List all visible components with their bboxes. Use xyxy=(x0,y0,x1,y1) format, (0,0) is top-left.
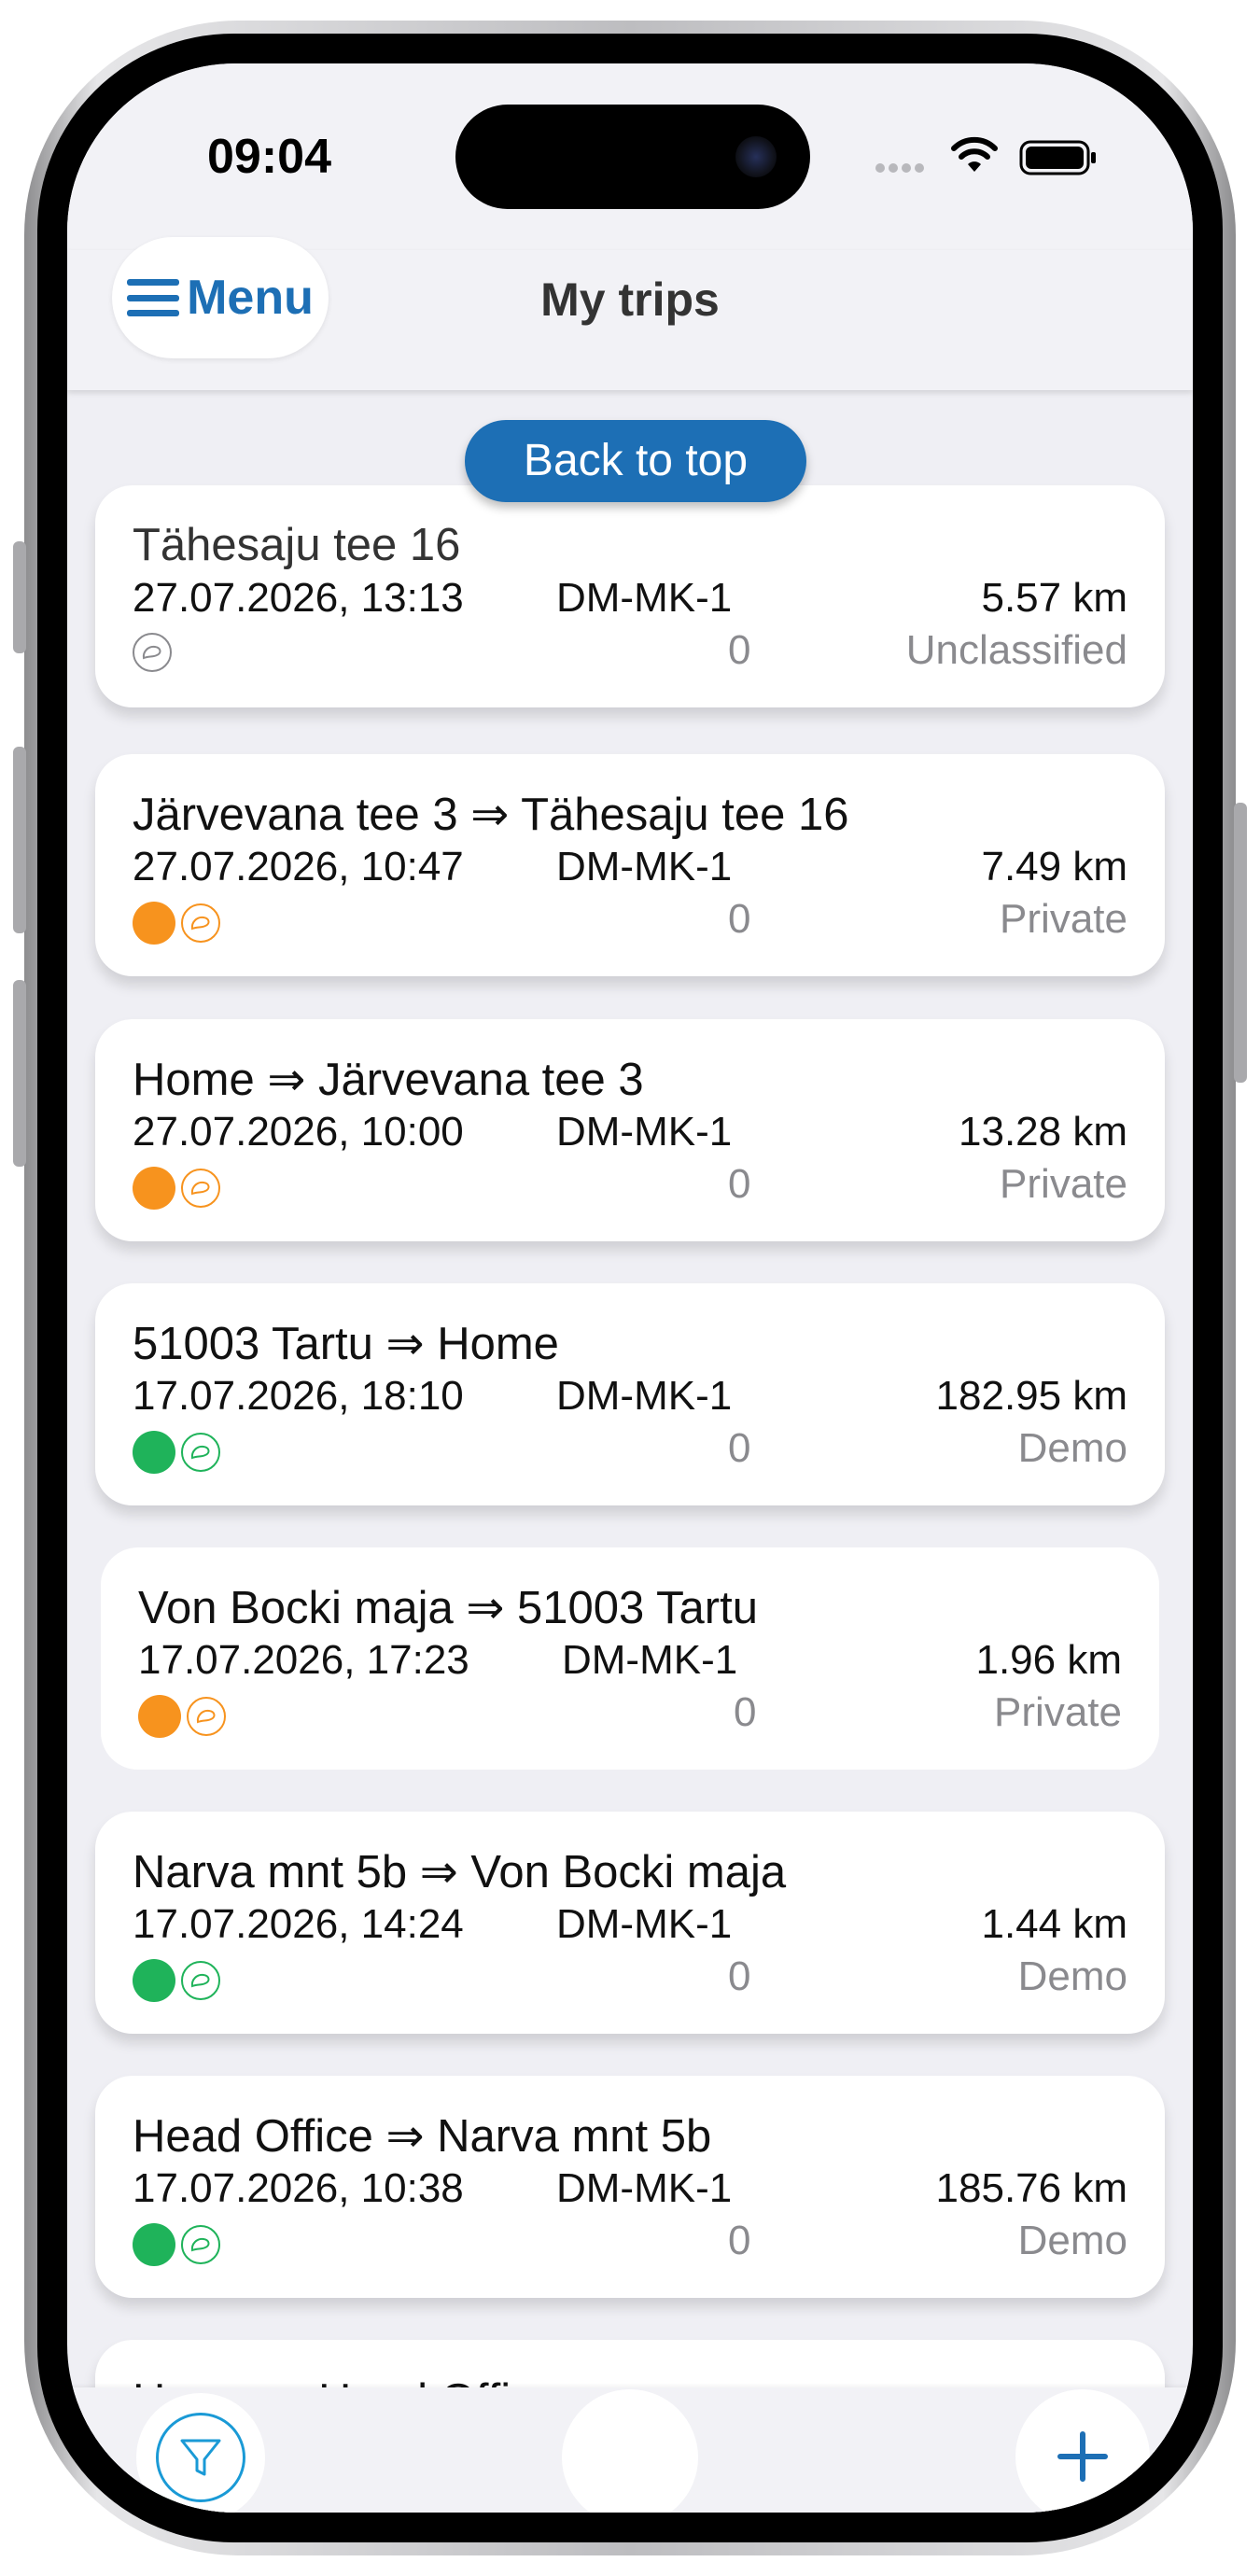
trip-title: Tähesaju tee 16 xyxy=(133,520,461,570)
status-dot-icon xyxy=(133,1431,175,1474)
trip-distance: 5.57 km xyxy=(981,575,1127,621)
status-dot-icon xyxy=(133,902,175,945)
trip-date: 27.07.2026, 10:47 xyxy=(133,844,464,889)
trip-count: 0 xyxy=(734,1689,757,1735)
route-icon xyxy=(181,2225,220,2264)
trip-title: Järvevana tee 3 ⇒ Tähesaju tee 16 xyxy=(133,790,849,840)
trip-vehicle: DM-MK-1 xyxy=(562,1637,738,1683)
wifi-icon xyxy=(951,136,998,172)
trip-classification: Demo xyxy=(1017,1953,1127,1999)
trip-classification: Demo xyxy=(1017,1425,1127,1471)
trip-distance: 1.96 km xyxy=(975,1637,1122,1683)
trip-vehicle: DM-MK-1 xyxy=(556,1373,733,1419)
trip-card[interactable]: Head Office ⇒ Narva mnt 5b 17.07.2026, 1… xyxy=(95,2076,1165,2298)
back-to-top-button[interactable]: Back to top xyxy=(465,420,806,502)
trip-vehicle: DM-MK-1 xyxy=(556,575,733,621)
status-dot-icon xyxy=(133,2223,175,2266)
trip-card[interactable]: Home ⇒ Järvevana tee 3 27.07.2026, 10:00… xyxy=(95,1019,1165,1241)
trip-count: 0 xyxy=(728,627,751,673)
trip-distance: 185.76 km xyxy=(935,2165,1127,2211)
status-dot-icon xyxy=(133,1167,175,1210)
trip-date: 27.07.2026, 10:00 xyxy=(133,1109,464,1155)
trip-classification: Private xyxy=(1000,1161,1127,1207)
trip-vehicle: DM-MK-1 xyxy=(556,1901,733,1947)
route-icon xyxy=(133,633,172,672)
trip-classification: Demo xyxy=(1017,2218,1127,2263)
trip-classification: Unclassified xyxy=(905,627,1127,673)
filter-button[interactable] xyxy=(136,2393,265,2513)
trip-count: 0 xyxy=(728,1953,751,1999)
volume-down-button xyxy=(13,980,26,1167)
trip-count: 0 xyxy=(728,896,751,942)
trip-distance: 13.28 km xyxy=(959,1109,1127,1155)
trip-status-icons xyxy=(133,902,220,945)
trip-title: 51003 Tartu ⇒ Home xyxy=(133,1319,559,1369)
trip-card[interactable]: Järvevana tee 3 ⇒ Tähesaju tee 16 27.07.… xyxy=(95,754,1165,976)
trip-date: 17.07.2026, 14:24 xyxy=(133,1901,464,1947)
trip-date: 17.07.2026, 18:10 xyxy=(133,1373,464,1419)
route-icon xyxy=(187,1697,226,1736)
trip-card[interactable]: Narva mnt 5b ⇒ Von Bocki maja 17.07.2026… xyxy=(95,1812,1165,2034)
trip-card[interactable]: 51003 Tartu ⇒ Home 17.07.2026, 18:10 DM-… xyxy=(95,1283,1165,1505)
trip-status-icons xyxy=(133,1431,220,1474)
page-title: My trips xyxy=(540,273,720,326)
trip-distance: 7.49 km xyxy=(981,844,1127,889)
camera-icon xyxy=(735,136,777,177)
dynamic-island xyxy=(455,105,810,209)
status-dot-icon xyxy=(133,1959,175,2002)
power-button xyxy=(1234,803,1247,1083)
volume-up-button xyxy=(13,747,26,933)
route-icon xyxy=(181,1961,220,2000)
trip-count: 0 xyxy=(728,1161,751,1207)
status-dot-icon xyxy=(138,1695,181,1738)
trip-title: Head Office ⇒ Narva mnt 5b xyxy=(133,2111,712,2162)
filter-icon xyxy=(180,2439,221,2476)
trip-date: 27.07.2026, 13:13 xyxy=(133,575,464,621)
plus-icon xyxy=(1057,2431,1108,2482)
battery-icon xyxy=(1019,140,1096,175)
trip-status-icons xyxy=(133,2223,220,2266)
trip-date: 17.07.2026, 17:23 xyxy=(138,1637,469,1683)
trip-vehicle: DM-MK-1 xyxy=(556,844,733,889)
trip-vehicle: DM-MK-1 xyxy=(556,2165,733,2211)
route-icon xyxy=(181,903,220,943)
status-time: 09:04 xyxy=(207,130,331,184)
action-button xyxy=(13,541,26,653)
trip-status-icons xyxy=(133,1167,220,1210)
trip-card[interactable]: Tähesaju tee 16 27.07.2026, 13:13 DM-MK-… xyxy=(95,485,1165,707)
trip-classification: Private xyxy=(1000,896,1127,942)
trip-title: Narva mnt 5b ⇒ Von Bocki maja xyxy=(133,1847,787,1897)
trip-distance: 182.95 km xyxy=(935,1373,1127,1419)
route-icon xyxy=(181,1433,220,1472)
route-icon xyxy=(181,1169,220,1208)
trip-distance: 1.44 km xyxy=(981,1901,1127,1947)
trip-title: Home ⇒ Järvevana tee 3 xyxy=(133,1055,644,1105)
trip-card[interactable]: Von Bocki maja ⇒ 51003 Tartu 17.07.2026,… xyxy=(101,1547,1159,1770)
screen: 09:04 Menu My trips Tähesaju tee 16 27.0… xyxy=(67,63,1193,2513)
trip-vehicle: DM-MK-1 xyxy=(556,1109,733,1155)
trip-date: 17.07.2026, 10:38 xyxy=(133,2165,464,2211)
trip-count: 0 xyxy=(728,2218,751,2263)
trip-title: Von Bocki maja ⇒ 51003 Tartu xyxy=(138,1583,758,1633)
trip-status-icons xyxy=(133,1959,220,2002)
trip-classification: Private xyxy=(994,1689,1122,1735)
trip-status-icons xyxy=(138,1695,226,1738)
cellular-signal-icon xyxy=(875,161,928,177)
status-bar: 09:04 xyxy=(67,63,1193,250)
add-trip-button[interactable] xyxy=(1015,2389,1150,2513)
trip-status-icons xyxy=(133,633,172,672)
trip-count: 0 xyxy=(728,1425,751,1471)
